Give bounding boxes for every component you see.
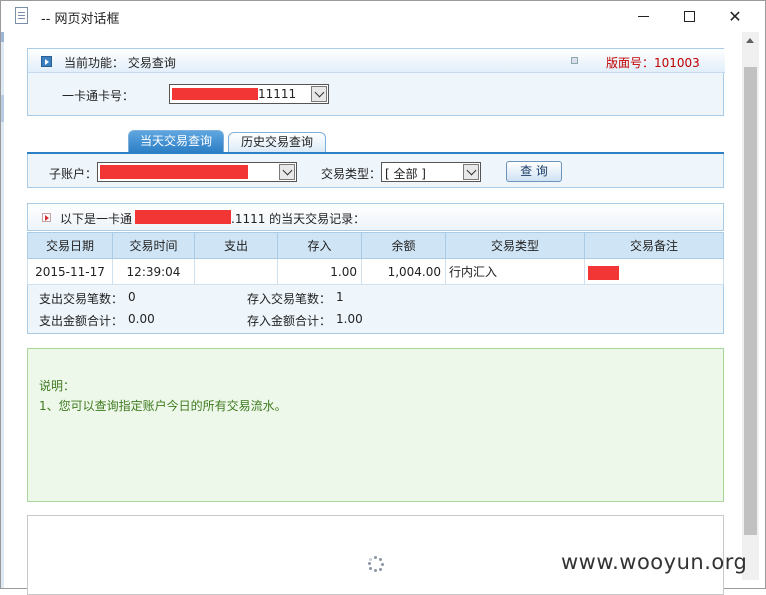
vertical-scrollbar[interactable]: [742, 32, 759, 580]
cell-out: [194, 258, 278, 285]
in-total-label: 存入金额合计：: [247, 314, 332, 328]
maximize-icon: [684, 11, 695, 22]
redaction-block: [172, 88, 258, 100]
title-bar: -- 网页对话框 ✕: [1, 1, 765, 32]
instructions-title: 说明：: [39, 379, 76, 393]
cell-balance: 1,004.00: [361, 258, 446, 285]
sub-account-label: 子账户：: [49, 167, 98, 181]
out-count-label: 支出交易笔数：: [39, 292, 124, 306]
arrow-right-icon: [42, 213, 51, 222]
version-label: 版面号：101003: [606, 56, 700, 70]
column-header: 交易时间: [112, 232, 195, 259]
play-square-icon: [41, 56, 52, 67]
pin-icon[interactable]: [571, 57, 578, 64]
instructions-box: 说明： 1、您可以查询指定账户今日的所有交易流水。: [27, 348, 724, 502]
out-total-label: 支出金额合计：: [39, 314, 124, 328]
scroll-up-arrow-icon[interactable]: [746, 38, 754, 43]
summary-panel: 支出交易笔数： 0 存入交易笔数： 1 支出金额合计： 0.00 存入金额合计：…: [27, 285, 724, 334]
scrollbar-thumb[interactable]: [744, 67, 757, 535]
records-prefix: 以下是一卡通: [60, 212, 133, 226]
out-total-value: 0.00: [128, 312, 155, 326]
close-icon: ✕: [728, 7, 742, 26]
chevron-down-icon[interactable]: [463, 164, 479, 180]
column-header: 支出: [194, 232, 278, 259]
records-header: 以下是一卡通 .1111 的当天交易记录：: [27, 203, 724, 231]
in-count-value: 1: [336, 290, 344, 304]
background-page-edge: [1, 32, 4, 588]
chevron-down-icon[interactable]: [311, 86, 327, 102]
column-header: 交易备注: [584, 232, 724, 259]
maximize-button[interactable]: [666, 1, 712, 32]
chevron-down-icon[interactable]: [279, 164, 295, 180]
card-number-label: 一卡通卡号：: [62, 89, 135, 103]
table-header-row: 交易日期 交易时间 支出 存入 余额 交易类型 交易备注: [27, 232, 724, 259]
tab-history-query[interactable]: 历史交易查询: [228, 132, 326, 152]
records-suffix: .1111 的当天交易记录：: [231, 212, 366, 226]
window-title: -- 网页对话框: [41, 12, 120, 27]
current-function-label: 当前功能： 交易查询: [64, 56, 176, 70]
cell-in: 1.00: [277, 258, 362, 285]
minimize-icon: [638, 16, 649, 17]
redaction-block: [135, 210, 231, 224]
cell-time: 12:39:04: [112, 258, 195, 285]
column-header: 余额: [361, 232, 446, 259]
table-row[interactable]: 2015-11-17 12:39:04 1.00 1,004.00 行内汇入: [27, 258, 724, 285]
redaction-block: [100, 165, 248, 179]
out-count-value: 0: [128, 290, 136, 304]
column-header: 交易类型: [445, 232, 585, 259]
dialog-window: -- 网页对话框 ✕ 当前功能： 交易查询 版面号：101003 一卡通卡号： …: [0, 0, 766, 595]
instructions-line: 1、您可以查询指定账户今日的所有交易流水。: [39, 399, 287, 413]
card-number-select[interactable]: 11111: [169, 84, 329, 104]
cell-note: [584, 258, 724, 285]
tab-today-query[interactable]: 当天交易查询: [128, 130, 224, 152]
minimize-button[interactable]: [620, 1, 666, 32]
trade-type-value: [ 全部 ]: [385, 167, 426, 181]
trade-type-select[interactable]: [ 全部 ]: [381, 162, 481, 182]
function-header: 当前功能： 交易查询 版面号：101003: [28, 49, 725, 73]
query-button[interactable]: 查 询: [506, 161, 562, 182]
in-total-value: 1.00: [336, 312, 363, 326]
watermark-text: www.wooyun.org: [561, 550, 748, 574]
column-header: 交易日期: [27, 232, 113, 259]
column-header: 存入: [277, 232, 362, 259]
loading-spinner-icon: [368, 556, 384, 572]
card-number-value: 11111: [258, 87, 297, 101]
trade-type-label: 交易类型：: [321, 167, 382, 181]
transactions-table: 交易日期 交易时间 支出 存入 余额 交易类型 交易备注 2015-11-17 …: [27, 232, 724, 285]
cell-date: 2015-11-17: [27, 258, 113, 285]
close-button[interactable]: ✕: [712, 1, 758, 32]
sub-account-select[interactable]: [97, 162, 297, 182]
function-panel: 当前功能： 交易查询 版面号：101003 一卡通卡号： 11111: [27, 48, 725, 116]
redaction-block: [588, 265, 619, 280]
filter-panel: 子账户： 交易类型： [ 全部 ] 查 询: [27, 154, 724, 188]
document-icon: [15, 7, 28, 24]
cell-type: 行内汇入: [445, 258, 585, 285]
in-count-label: 存入交易笔数：: [247, 292, 332, 306]
